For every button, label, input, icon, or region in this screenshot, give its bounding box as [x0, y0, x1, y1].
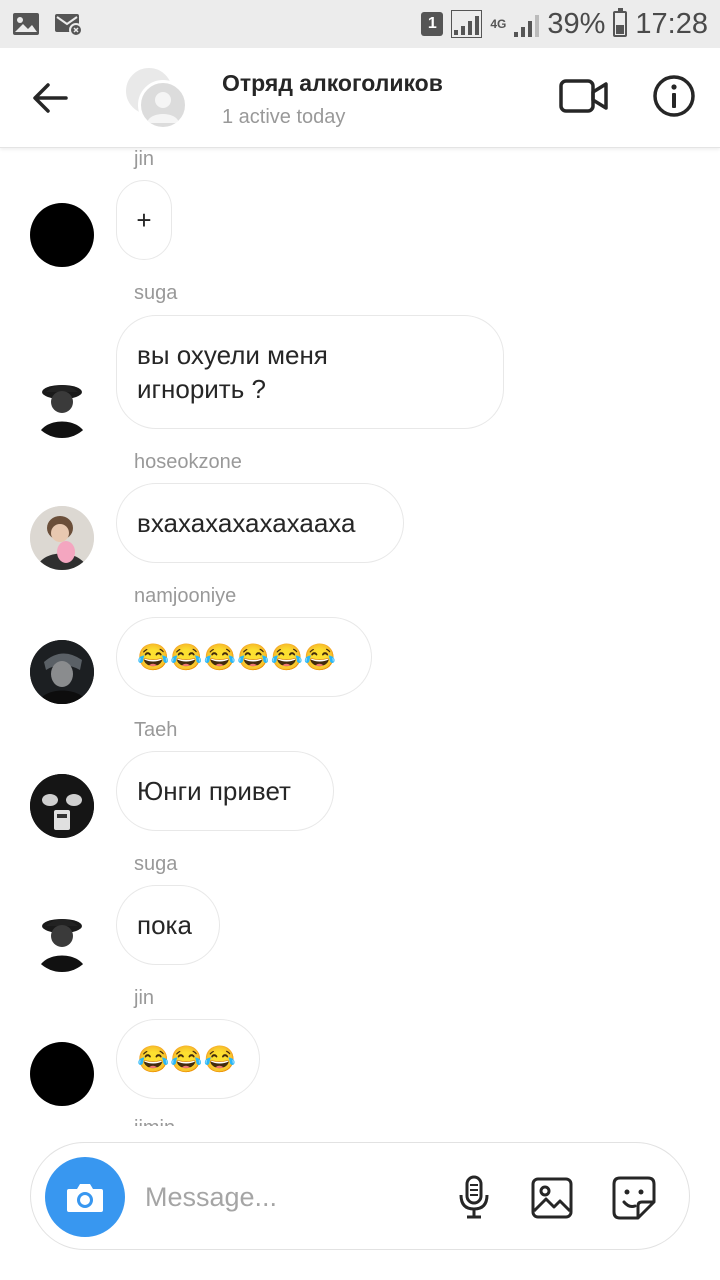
avatar[interactable]: [30, 506, 94, 570]
group-avatar-front: [138, 80, 188, 130]
message-bubble[interactable]: Юнги привет: [116, 751, 334, 831]
avatar[interactable]: [30, 374, 94, 438]
video-camera-icon: [559, 79, 608, 113]
image-icon: [531, 1177, 573, 1219]
sender-name: suga: [134, 853, 178, 875]
sticker-icon: [612, 1176, 656, 1220]
message-composer: [30, 1142, 690, 1250]
user-photo-icon: [38, 385, 86, 438]
message-thread[interactable]: jin + suga вы охуели меня игнорить ? hos…: [0, 148, 720, 1126]
sender-name: Taeh: [134, 719, 178, 741]
avatar[interactable]: [30, 908, 94, 972]
group-avatar[interactable]: [124, 66, 190, 132]
signal-2-icon: [514, 11, 540, 37]
sender-name: jimin: [134, 1117, 175, 1126]
sender-name: hoseokzone: [134, 451, 242, 473]
camera-button[interactable]: [45, 1157, 125, 1237]
message-bubble[interactable]: 😂😂😂: [116, 1019, 260, 1099]
gallery-button[interactable]: [527, 1173, 577, 1223]
sender-name: jin: [134, 987, 155, 1009]
default-user-icon: [147, 92, 179, 123]
avatar[interactable]: [30, 774, 94, 838]
mail-notification-icon: [55, 14, 83, 36]
user-photo-icon: [30, 506, 94, 570]
avatar[interactable]: [30, 1042, 94, 1106]
chat-header: Отряд алкоголиков 1 active today: [0, 48, 720, 148]
avatar[interactable]: [30, 640, 94, 704]
voice-message-button[interactable]: [449, 1171, 499, 1223]
battery-percent: 39%: [547, 7, 606, 40]
info-icon: [653, 75, 695, 117]
sender-name: suga: [134, 282, 178, 304]
camera-icon: [67, 1184, 103, 1212]
microphone-icon: [459, 1175, 489, 1219]
back-arrow-icon: [33, 83, 68, 113]
user-photo-icon: [38, 919, 86, 972]
network-type: 4G: [490, 17, 507, 31]
message-bubble[interactable]: пока: [116, 885, 220, 965]
status-bar: 1 4G 39% 17:28: [0, 0, 720, 48]
user-photo-icon: [30, 774, 94, 838]
clock: 17:28: [635, 7, 708, 40]
sender-name: jin: [134, 148, 155, 170]
sim-slot-badge: 1: [421, 12, 444, 36]
battery-icon: [613, 8, 628, 37]
signal-icon: [451, 10, 483, 38]
sender-name: namjooniye: [134, 585, 237, 607]
active-status: 1 active today: [222, 106, 346, 128]
gallery-notification-icon: [13, 13, 39, 35]
info-button[interactable]: [650, 72, 698, 120]
back-button[interactable]: [26, 74, 74, 122]
chat-title[interactable]: Отряд алкоголиков: [222, 70, 443, 97]
user-photo-icon: [30, 640, 94, 704]
message-bubble[interactable]: 😂😂😂😂😂😂: [116, 617, 372, 697]
message-input[interactable]: [145, 1173, 435, 1221]
message-bubble[interactable]: вхахахахахахааха: [116, 483, 404, 563]
message-bubble[interactable]: вы охуели меня игнорить ?: [116, 315, 504, 429]
sticker-button[interactable]: [609, 1173, 659, 1223]
video-call-button[interactable]: [556, 72, 612, 120]
message-bubble[interactable]: +: [116, 180, 172, 260]
avatar[interactable]: [30, 203, 94, 267]
